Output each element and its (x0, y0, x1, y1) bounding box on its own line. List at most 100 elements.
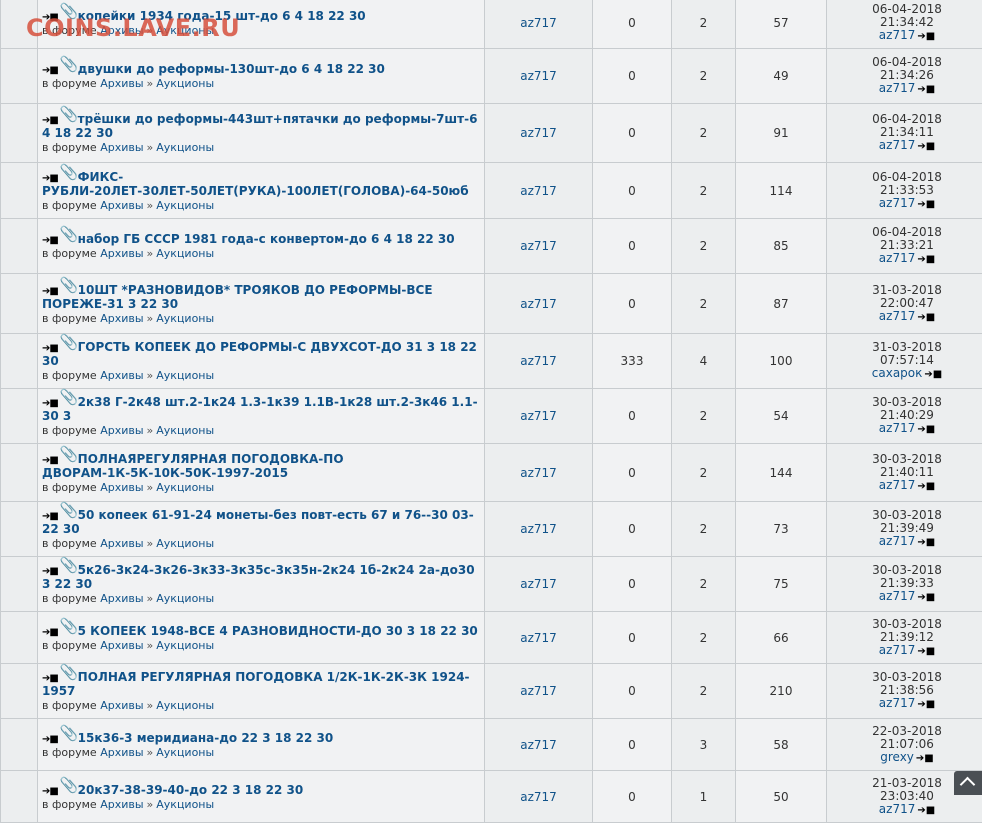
go-to-new-post-icon[interactable]: ➔■ (42, 455, 58, 466)
author-link[interactable]: az717 (520, 466, 557, 480)
forum-link-archives[interactable]: Архивы (100, 199, 143, 212)
forum-link-archives[interactable]: Архивы (100, 247, 143, 260)
topic-title-link[interactable]: 5 КОПЕЕК 1948-ВСЕ 4 РАЗНОВИДНОСТИ-ДО 30 … (78, 624, 478, 638)
go-to-last-post-icon[interactable]: ➔■ (917, 591, 935, 604)
author-link[interactable]: az717 (520, 239, 557, 253)
author-link[interactable]: az717 (520, 297, 557, 311)
forum-link-auctions[interactable]: Аукционы (156, 141, 214, 154)
forum-link-archives[interactable]: Архивы (100, 369, 143, 382)
go-to-new-post-icon[interactable]: ➔■ (42, 398, 58, 409)
forum-link-auctions[interactable]: Аукционы (156, 699, 214, 712)
topic-title-link[interactable]: трёшки до реформы-443шт+пятачки до рефор… (42, 112, 477, 140)
topic-title-link[interactable]: 15к36-3 меридиана-до 22 3 18 22 30 (78, 731, 334, 745)
forum-link-archives[interactable]: Архивы (100, 639, 143, 652)
last-post-user-link[interactable]: az717 (879, 28, 916, 42)
last-post-user-link[interactable]: az717 (879, 251, 916, 265)
author-link[interactable]: az717 (520, 126, 557, 140)
go-to-last-post-icon[interactable]: ➔■ (917, 30, 935, 43)
last-post-user-link[interactable]: az717 (879, 81, 916, 95)
author-link[interactable]: az717 (520, 522, 557, 536)
topic-title-link[interactable]: ПОЛНАЯРЕГУЛЯРНАЯ ПОГОДОВКА-ПО ДВОРАМ-1К-… (42, 452, 344, 480)
last-post-user-link[interactable]: grexy (880, 750, 914, 764)
last-post-user-link[interactable]: az717 (879, 643, 916, 657)
forum-link-archives[interactable]: Архивы (100, 746, 143, 759)
last-post-user-link[interactable]: az717 (879, 589, 916, 603)
go-to-last-post-icon[interactable]: ➔■ (917, 423, 935, 436)
go-to-new-post-icon[interactable]: ➔■ (42, 235, 58, 246)
forum-link-archives[interactable]: Архивы (100, 481, 143, 494)
author-link[interactable]: az717 (520, 69, 557, 83)
go-to-last-post-icon[interactable]: ➔■ (917, 311, 935, 324)
author-link[interactable]: az717 (520, 790, 557, 804)
go-to-new-post-icon[interactable]: ➔■ (42, 343, 58, 354)
go-to-new-post-icon[interactable]: ➔■ (42, 566, 58, 577)
go-to-new-post-icon[interactable]: ➔■ (42, 734, 58, 745)
forum-link-archives[interactable]: Архивы (100, 592, 143, 605)
forum-link-archives[interactable]: Архивы (100, 77, 143, 90)
go-to-last-post-icon[interactable]: ➔■ (917, 804, 935, 817)
author-link[interactable]: az717 (520, 354, 557, 368)
go-to-new-post-icon[interactable]: ➔■ (42, 673, 58, 684)
go-to-last-post-icon[interactable]: ➔■ (917, 198, 935, 211)
forum-link-auctions[interactable]: Аукционы (156, 537, 214, 550)
go-to-new-post-icon[interactable]: ➔■ (42, 511, 58, 522)
last-post-user-link[interactable]: az717 (879, 138, 916, 152)
go-to-last-post-icon[interactable]: ➔■ (916, 752, 934, 765)
topic-title-link[interactable]: 2к38 Г-2к48 шт.2-1к24 1.3-1к39 1.1В-1к28… (42, 395, 478, 423)
topic-title-link[interactable]: 50 копеек 61-91-24 монеты-без повт-есть … (42, 508, 474, 536)
forum-link-auctions[interactable]: Аукционы (156, 798, 214, 811)
forum-link-auctions[interactable]: Аукционы (156, 369, 214, 382)
topic-title-link[interactable]: набор ГБ СССР 1981 года-с конвертом-до 6… (78, 232, 455, 246)
last-post-user-link[interactable]: az717 (879, 696, 916, 710)
go-to-last-post-icon[interactable]: ➔■ (917, 83, 935, 96)
last-post-user-link[interactable]: az717 (879, 478, 916, 492)
author-link[interactable]: az717 (520, 184, 557, 198)
forum-link-archives[interactable]: Архивы (100, 798, 143, 811)
topic-title-link[interactable]: 20к37-38-39-40-до 22 3 18 22 30 (78, 783, 304, 797)
forum-link-archives[interactable]: Архивы (100, 537, 143, 550)
go-to-last-post-icon[interactable]: ➔■ (924, 368, 942, 381)
go-to-last-post-icon[interactable]: ➔■ (917, 698, 935, 711)
go-to-last-post-icon[interactable]: ➔■ (917, 253, 935, 266)
author-link[interactable]: az717 (520, 409, 557, 423)
go-to-new-post-icon[interactable]: ➔■ (42, 65, 58, 76)
forum-link-auctions[interactable]: Аукционы (156, 312, 214, 325)
topic-title-link[interactable]: двушки до реформы-130шт-до 6 4 18 22 30 (78, 62, 385, 76)
author-link[interactable]: az717 (520, 16, 557, 30)
last-post-user-link[interactable]: сахарок (872, 366, 923, 380)
last-post-user-link[interactable]: az717 (879, 421, 916, 435)
go-to-last-post-icon[interactable]: ➔■ (917, 480, 935, 493)
author-link[interactable]: az717 (520, 577, 557, 591)
go-to-new-post-icon[interactable]: ➔■ (42, 286, 58, 297)
go-to-new-post-icon[interactable]: ➔■ (42, 786, 58, 797)
forum-link-auctions[interactable]: Аукционы (156, 592, 214, 605)
author-link[interactable]: az717 (520, 738, 557, 752)
topic-title-link[interactable]: ФИКС-РУБЛИ-20ЛЕТ-30ЛЕТ-50ЛЕТ(РУКА)-100ЛЕ… (42, 170, 469, 198)
last-post-user-link[interactable]: az717 (879, 802, 916, 816)
go-to-new-post-icon[interactable]: ➔■ (42, 173, 58, 184)
forum-link-auctions[interactable]: Аукционы (156, 481, 214, 494)
last-post-user-link[interactable]: az717 (879, 309, 916, 323)
forum-link-auctions[interactable]: Аукционы (156, 247, 214, 260)
go-to-last-post-icon[interactable]: ➔■ (917, 536, 935, 549)
author-link[interactable]: az717 (520, 631, 557, 645)
forum-link-auctions[interactable]: Аукционы (156, 77, 214, 90)
last-post-user-link[interactable]: az717 (879, 196, 916, 210)
forum-link-archives[interactable]: Архивы (100, 312, 143, 325)
forum-link-auctions[interactable]: Аукционы (156, 746, 214, 759)
forum-link-archives[interactable]: Архивы (100, 424, 143, 437)
topic-title-link[interactable]: 5к26-3к24-3к26-3к33-3к35с-3к35н-2к24 1б-… (42, 563, 475, 591)
last-post-user-link[interactable]: az717 (879, 534, 916, 548)
forum-link-auctions[interactable]: Аукционы (156, 424, 214, 437)
forum-link-archives[interactable]: Архивы (100, 141, 143, 154)
topic-title-link[interactable]: ПОЛНАЯ РЕГУЛЯРНАЯ ПОГОДОВКА 1/2К-1К-2К-3… (42, 670, 470, 698)
forum-link-auctions[interactable]: Аукционы (156, 199, 214, 212)
forum-link-auctions[interactable]: Аукционы (156, 639, 214, 652)
go-to-last-post-icon[interactable]: ➔■ (917, 645, 935, 658)
go-to-new-post-icon[interactable]: ➔■ (42, 627, 58, 638)
topic-title-link[interactable]: 10ШТ *РАЗНОВИДОВ* ТРОЯКОВ ДО РЕФОРМЫ-ВСЕ… (42, 283, 433, 311)
topic-title-link[interactable]: ГОРСТЬ КОПЕЕК ДО РЕФОРМЫ-С ДВУХСОТ-ДО 31… (42, 340, 477, 368)
scroll-to-top-button[interactable] (954, 771, 982, 795)
author-link[interactable]: az717 (520, 684, 557, 698)
go-to-new-post-icon[interactable]: ➔■ (42, 115, 58, 126)
